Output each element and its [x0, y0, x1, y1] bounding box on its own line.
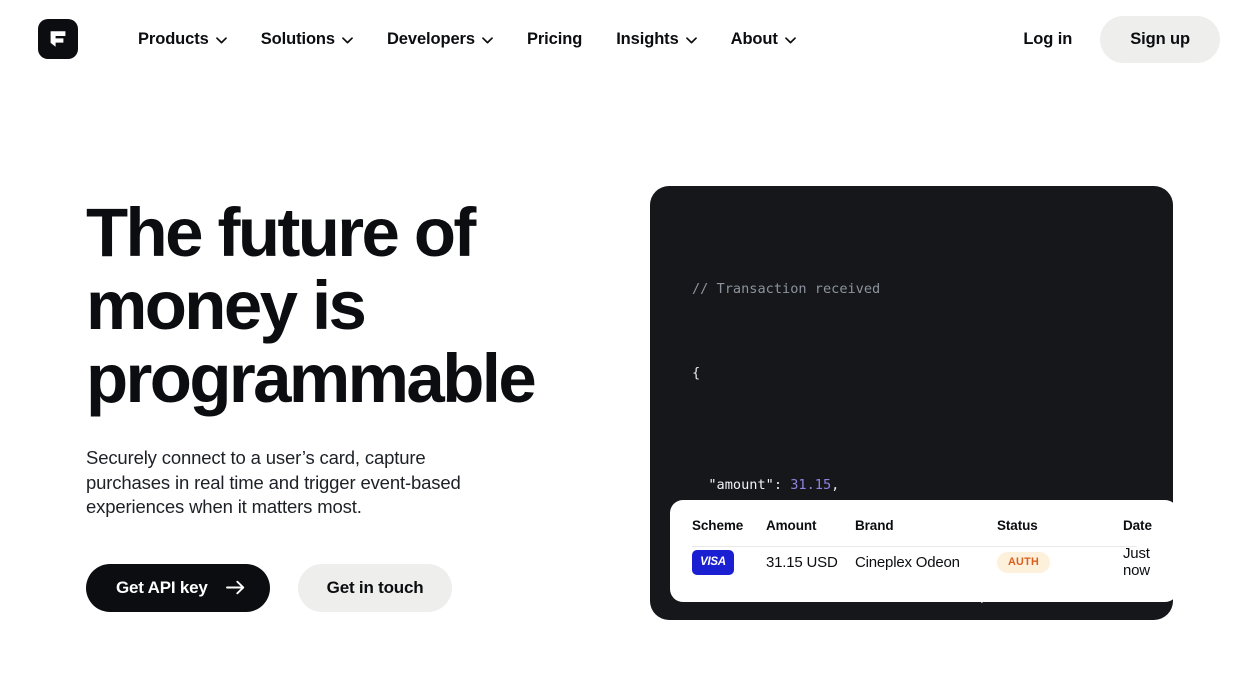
nav-item-pricing[interactable]: Pricing [527, 30, 582, 49]
code-line: // Transaction received [692, 275, 1173, 303]
landing-page: Products Solutions Developers Pricing In… [0, 0, 1250, 700]
chevron-down-icon [685, 36, 697, 43]
hero-content: The future of money is programmable Secu… [86, 196, 616, 612]
top-navbar: Products Solutions Developers Pricing In… [0, 0, 1250, 78]
get-in-touch-button[interactable]: Get in touch [297, 563, 453, 612]
get-api-key-button[interactable]: Get API key [86, 563, 270, 612]
code-trail: , [831, 477, 840, 493]
nav-links: Products Solutions Developers Pricing In… [138, 30, 796, 49]
table-header-row: Scheme Amount Brand Status Date [670, 500, 1173, 533]
cell-status: AUTH [997, 551, 1123, 573]
nav-item-insights[interactable]: Insights [616, 29, 697, 49]
table-row[interactable]: VISA 31.15 USD Cineplex Odeon AUTH Just … [670, 534, 1173, 590]
arrow-right-icon [225, 580, 244, 595]
nav-item-label: About [730, 29, 778, 48]
status-badge: AUTH [997, 551, 1050, 573]
column-header-status: Status [997, 518, 1038, 533]
column-header-date: Date [1123, 518, 1152, 533]
login-link[interactable]: Log in [1013, 30, 1082, 49]
code-demo-panel: // Transaction received { "amount": 31.1… [650, 186, 1173, 620]
code-comment: // Transaction received [692, 281, 881, 297]
logo-f-mark[interactable] [38, 19, 78, 59]
column-header-scheme: Scheme [692, 518, 744, 533]
column-header-amount: Amount [766, 518, 817, 533]
signup-button[interactable]: Sign up [1100, 15, 1220, 63]
hero-cta-group: Get API key Get in touch [86, 563, 616, 612]
nav-item-label: Pricing [526, 29, 583, 48]
nav-item-label: Products [138, 29, 209, 48]
chevron-down-icon [784, 36, 796, 43]
column-header-brand: Brand [855, 518, 894, 533]
nav-item-label: Solutions [260, 29, 335, 48]
chevron-down-icon [342, 36, 353, 43]
nav-item-label: Developers [386, 29, 475, 48]
code-line: { [692, 359, 1173, 387]
transactions-card: Scheme Amount Brand Status Date VISA 31.… [670, 500, 1173, 602]
chevron-down-icon [482, 36, 493, 43]
cell-scheme: VISA [692, 549, 766, 575]
hero-subtitle: Securely connect to a user’s card, captu… [86, 447, 461, 517]
cell-brand: Cineplex Odeon [855, 553, 960, 571]
nav-item-about[interactable]: About [731, 30, 796, 49]
table-divider [692, 546, 1137, 547]
page-title: The future of money is programmable [86, 194, 537, 417]
get-api-key-label: Get API key [116, 577, 208, 597]
nav-item-products[interactable]: Products [138, 30, 227, 49]
nav-actions: Log in Sign up [1013, 15, 1220, 63]
nav-item-label: Insights [616, 29, 679, 48]
cell-amount: 31.15 USD [766, 553, 838, 571]
transactions-table: Scheme Amount Brand Status Date VISA 31.… [670, 500, 1173, 590]
code-value: 31.15 [790, 477, 832, 493]
chevron-down-icon [215, 36, 227, 43]
cell-date: Just now [1123, 545, 1150, 579]
code-line: "amount": 31.15, [708, 477, 840, 493]
nav-item-solutions[interactable]: Solutions [261, 30, 353, 49]
visa-icon: VISA [692, 549, 734, 575]
code-key: "amount" [708, 477, 774, 493]
code-brace: { [692, 365, 701, 381]
nav-item-developers[interactable]: Developers [387, 30, 493, 49]
